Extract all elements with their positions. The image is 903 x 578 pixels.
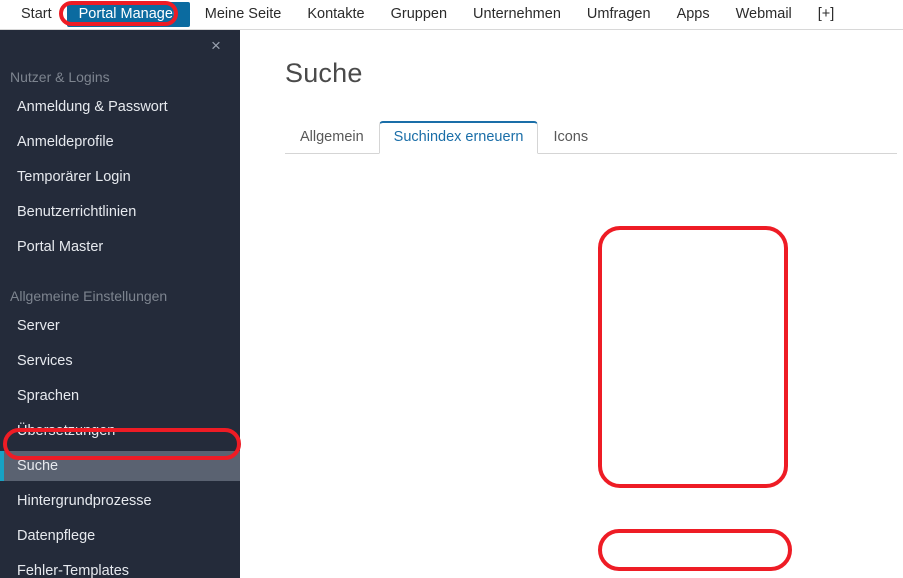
sidebar-item-bersetzungen[interactable]: Übersetzungen — [0, 416, 240, 446]
tab-icons[interactable]: Icons — [538, 121, 603, 154]
settings-sidebar: × Nutzer & Logins Anmeldung & Passwort Anm… — [0, 30, 240, 578]
tab-bar: Allgemein Suchindex erneuern Icons — [285, 121, 897, 154]
sidebar-item-datenpflege[interactable]: Datenpflege — [0, 521, 240, 551]
nav-item-apps[interactable]: Apps — [666, 2, 721, 27]
tab-suchindex-erneuern[interactable]: Suchindex erneuern — [378, 121, 539, 154]
sidebar-group-title: Nutzer & Logins — [10, 69, 110, 85]
nav-item-[interactable]: [+] — [807, 2, 846, 27]
tab-allgemein[interactable]: Allgemein — [285, 121, 379, 154]
nav-item-gruppen[interactable]: Gruppen — [380, 2, 458, 27]
sidebar-item-portal-master[interactable]: Portal Master — [0, 232, 240, 262]
sidebar-group-spacer — [0, 267, 240, 283]
app-root: Start Portal Manager Meine Seite Kontakte Gr… — [0, 0, 903, 578]
sidebar-item-benutzerrichtlinien[interactable]: Benutzerrichtlinien — [0, 197, 240, 227]
sidebar-item-anmeldeprofile[interactable]: Anmeldeprofile — [0, 127, 240, 157]
close-icon[interactable]: × — [206, 36, 226, 56]
sidebar-item-tempor-rer-login[interactable]: Temporärer Login — [0, 162, 240, 192]
sidebar-item-fehler-templates[interactable]: Fehler-Templates — [0, 556, 240, 578]
sidebar-item-sprachen[interactable]: Sprachen — [0, 381, 240, 411]
nav-item-start[interactable]: Start — [10, 2, 63, 27]
page-title: Suche — [285, 58, 363, 88]
main-content: Suche Allgemein Suchindex erneuern Icons — [240, 30, 903, 578]
nav-item-portal-manager[interactable]: Portal Manager — [66, 2, 190, 27]
sidebar-group-title: Allgemeine Einstellungen — [10, 288, 168, 304]
sidebar-item-suche[interactable]: Suche — [0, 451, 240, 481]
sidebar-item-server[interactable]: Server — [0, 311, 240, 341]
sidebar-item-services[interactable]: Services — [0, 346, 240, 376]
nav-item-kontakte[interactable]: Kontakte — [296, 2, 375, 27]
sidebar-item-hintergrundprozesse[interactable]: Hintergrundprozesse — [0, 486, 240, 516]
nav-item-meine-seite[interactable]: Meine Seite — [194, 2, 293, 27]
sidebar-item-anmeldung-passwort[interactable]: Anmeldung & Passwort — [0, 92, 240, 122]
top-navigation-bar: Start Portal Manager Meine Seite Kontakte Gr… — [0, 0, 903, 30]
nav-item-webmail[interactable]: Webmail — [725, 2, 803, 27]
nav-item-umfragen[interactable]: Umfragen — [576, 2, 662, 27]
nav-item-unternehmen[interactable]: Unternehmen — [462, 2, 572, 27]
sidebar-menu: Nutzer & Logins Anmeldung & Passwort Anmel… — [0, 30, 240, 578]
